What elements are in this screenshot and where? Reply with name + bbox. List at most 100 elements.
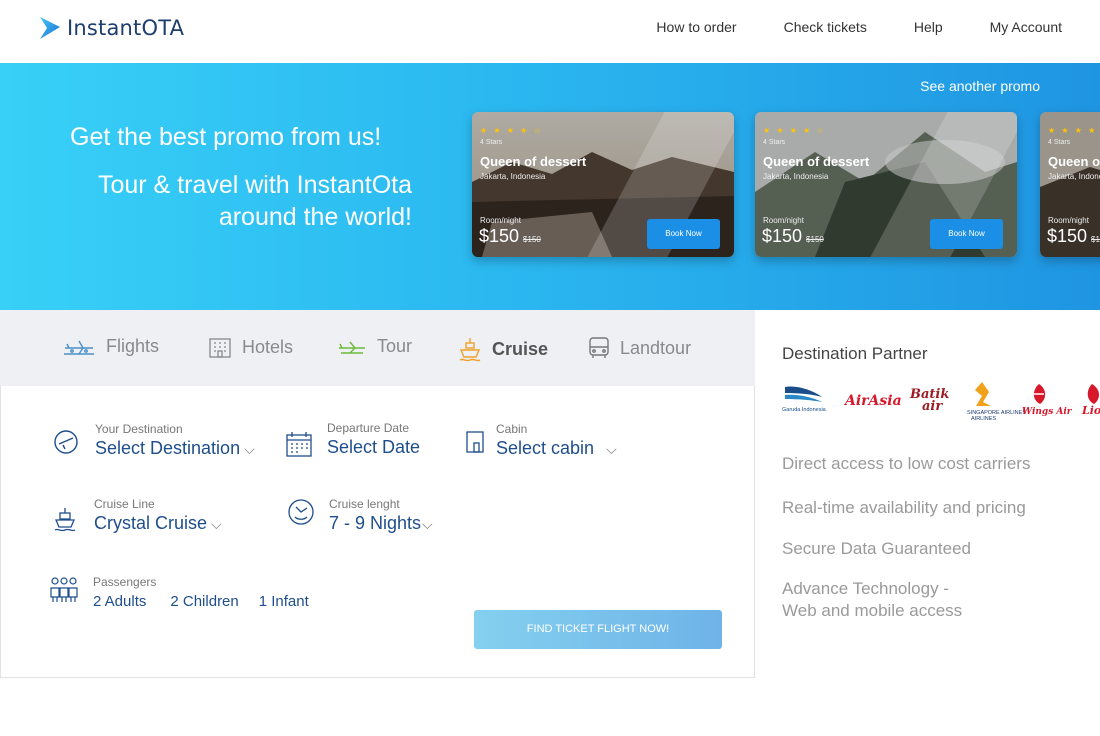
- rating-label: 4 Stars: [763, 139, 786, 146]
- see-another-promo-link[interactable]: See another promo: [920, 78, 1040, 94]
- promo-location: Jakarta, Indonesia: [1048, 172, 1100, 181]
- bus-icon: [589, 337, 609, 358]
- tour-plane-icon: [339, 341, 365, 354]
- tab-label: Tour: [377, 336, 413, 356]
- svg-text:air: air: [922, 399, 943, 414]
- cabin-value: Select cabin: [496, 438, 595, 458]
- top-nav: How to order Check tickets Help My Accou…: [656, 19, 1062, 35]
- promo-price: $150$150: [1047, 226, 1100, 247]
- tab-label: Landtour: [620, 337, 692, 358]
- clock-icon: [288, 499, 314, 525]
- destination-icon: [54, 430, 78, 454]
- cruise-length-value: 7 - 9 Nights: [329, 513, 422, 533]
- plane-icon: [64, 340, 94, 355]
- tab-hotels[interactable]: Hotels: [208, 336, 293, 358]
- brand-name: InstantOTA: [67, 16, 185, 40]
- promo-card[interactable]: ★ ★ ★ ★ ☆ 4 Stars Queen of dessert Jakar…: [1040, 112, 1100, 257]
- passengers-label: Passengers: [93, 575, 157, 589]
- promo-price: $150$150: [762, 226, 824, 247]
- wings-air-logo: Wings Air: [1022, 384, 1073, 417]
- cabin-field[interactable]: Cabin Select cabin ⌵: [496, 422, 617, 459]
- departure-date-field[interactable]: Departure Date Select Date: [327, 421, 420, 458]
- cruise-line-label: Cruise Line: [94, 497, 155, 511]
- rating-stars: ★ ★ ★ ★ ☆: [480, 126, 543, 135]
- calendar-icon: [286, 432, 312, 457]
- cabin-label: Cabin: [496, 422, 528, 436]
- price-value: $150: [762, 226, 803, 246]
- cruise-icon: [459, 338, 481, 362]
- passengers-field[interactable]: Passengers 2 Adults 2 Children 1 Infant: [93, 575, 333, 611]
- batik-air-logo: Batik air: [909, 387, 949, 414]
- chevron-down-icon: ⌵: [211, 516, 222, 532]
- hotel-icon: [209, 338, 231, 358]
- departure-value: Select Date: [327, 437, 421, 457]
- tab-landtour[interactable]: Landtour: [588, 336, 691, 360]
- hero-subheadline-line1: Tour & travel with InstantOta: [97, 171, 412, 199]
- book-now-button[interactable]: Book Now: [930, 219, 1003, 249]
- ship-icon: [54, 508, 76, 532]
- old-price: $150: [806, 235, 824, 244]
- garuda-logo: Garuda Indonesia: [782, 386, 827, 413]
- hero-subheadline-line2: around the world!: [218, 203, 412, 231]
- old-price: $150: [523, 235, 541, 244]
- adults-count[interactable]: 2 Adults: [93, 593, 146, 610]
- feature-low-cost: Direct access to low cost carriers: [782, 454, 1031, 473]
- find-ticket-button[interactable]: FIND TICKET FLIGHT NOW!: [474, 610, 722, 649]
- children-count[interactable]: 2 Children: [170, 593, 238, 610]
- product-tabs: Flights Hotels Tour Cruise Landtour: [0, 310, 755, 386]
- lion-air-logo: Lion: [1081, 384, 1100, 417]
- departure-label: Departure Date: [327, 421, 410, 435]
- rating-stars: ★ ★ ★ ★ ☆: [763, 126, 826, 135]
- tab-label: Flights: [106, 336, 160, 356]
- cruise-length-field[interactable]: Cruise lenght 7 - 9 Nights⌵: [329, 497, 433, 534]
- destination-partner-title: Destination Partner: [782, 344, 928, 363]
- nav-check-tickets[interactable]: Check tickets: [784, 19, 867, 35]
- destination-label: Your Destination: [95, 422, 183, 436]
- nav-my-account[interactable]: My Account: [990, 19, 1062, 35]
- airline-logos: Garuda Indonesia AirAsia Batik air SINGA…: [782, 382, 1100, 422]
- hero-subheadline: Tour & travel with InstantOta around the…: [12, 169, 412, 233]
- partner-panel: Destination Partner Garuda Indonesia Air…: [755, 310, 1100, 680]
- cruise-line-field[interactable]: Cruise Line Crystal Cruise ⌵: [94, 497, 222, 534]
- airline-name: Lion: [1081, 404, 1100, 417]
- nav-how-to-order[interactable]: How to order: [656, 19, 736, 35]
- tab-flights[interactable]: Flights: [62, 336, 159, 357]
- destination-value: Select Destination: [95, 438, 241, 458]
- singapore-airlines-logo: SINGAPORE AIRLINES AIRLINES: [967, 382, 1026, 422]
- tab-label: Hotels: [242, 336, 294, 357]
- passengers-icon: [50, 577, 78, 602]
- rating-label: 4 Stars: [480, 139, 503, 146]
- promo-card[interactable]: ★ ★ ★ ★ ☆ 4 Stars Queen of dessert Jakar…: [755, 112, 1017, 257]
- old-price: $150: [1091, 235, 1100, 244]
- promo-title: Queen of dessert: [763, 154, 870, 169]
- infant-count[interactable]: 1 Infant: [259, 593, 309, 610]
- airline-name: Wings Air: [1022, 407, 1073, 417]
- destination-field[interactable]: Your Destination Select Destination ⌵: [95, 422, 255, 459]
- promo-hero: Get the best promo from us! Tour & trave…: [0, 63, 1100, 310]
- chevron-down-icon: ⌵: [606, 441, 617, 457]
- promo-price: $150$150: [479, 226, 541, 247]
- cruise-length-label: Cruise lenght: [329, 497, 400, 511]
- chevron-down-icon: ⌵: [244, 441, 255, 457]
- promo-card[interactable]: ★ ★ ★ ★ ☆ 4 Stars Queen of dessert Jakar…: [472, 112, 734, 257]
- rating-label: 4 Stars: [1048, 139, 1071, 146]
- nav-help[interactable]: Help: [914, 19, 943, 35]
- airline-name: AirAsia: [843, 393, 902, 409]
- top-header: InstantOTA How to order Check tickets He…: [0, 0, 1100, 63]
- chevron-down-icon: ⌵: [422, 516, 433, 532]
- promo-location: Jakarta, Indonesia: [763, 172, 829, 181]
- feature-realtime: Real-time availability and pricing: [782, 498, 1026, 517]
- price-value: $150: [479, 226, 520, 246]
- price-value: $150: [1047, 226, 1088, 246]
- tab-tour[interactable]: Tour: [337, 336, 412, 357]
- brand-logo[interactable]: InstantOTA: [38, 14, 184, 42]
- feature-secure-data: Secure Data Guaranteed: [782, 539, 972, 558]
- promo-location: Jakarta, Indonesia: [480, 172, 546, 181]
- airline-name: Garuda Indonesia: [782, 407, 827, 413]
- cruise-search-form: Your Destination Select Destination ⌵ Dep…: [0, 386, 755, 678]
- logo-icon: [40, 17, 60, 39]
- book-now-button[interactable]: Book Now: [647, 219, 720, 249]
- hero-headline: Get the best promo from us!: [70, 123, 382, 151]
- tab-cruise[interactable]: Cruise: [458, 336, 548, 362]
- feature-advance-tech: Advance Technology -: [782, 579, 949, 598]
